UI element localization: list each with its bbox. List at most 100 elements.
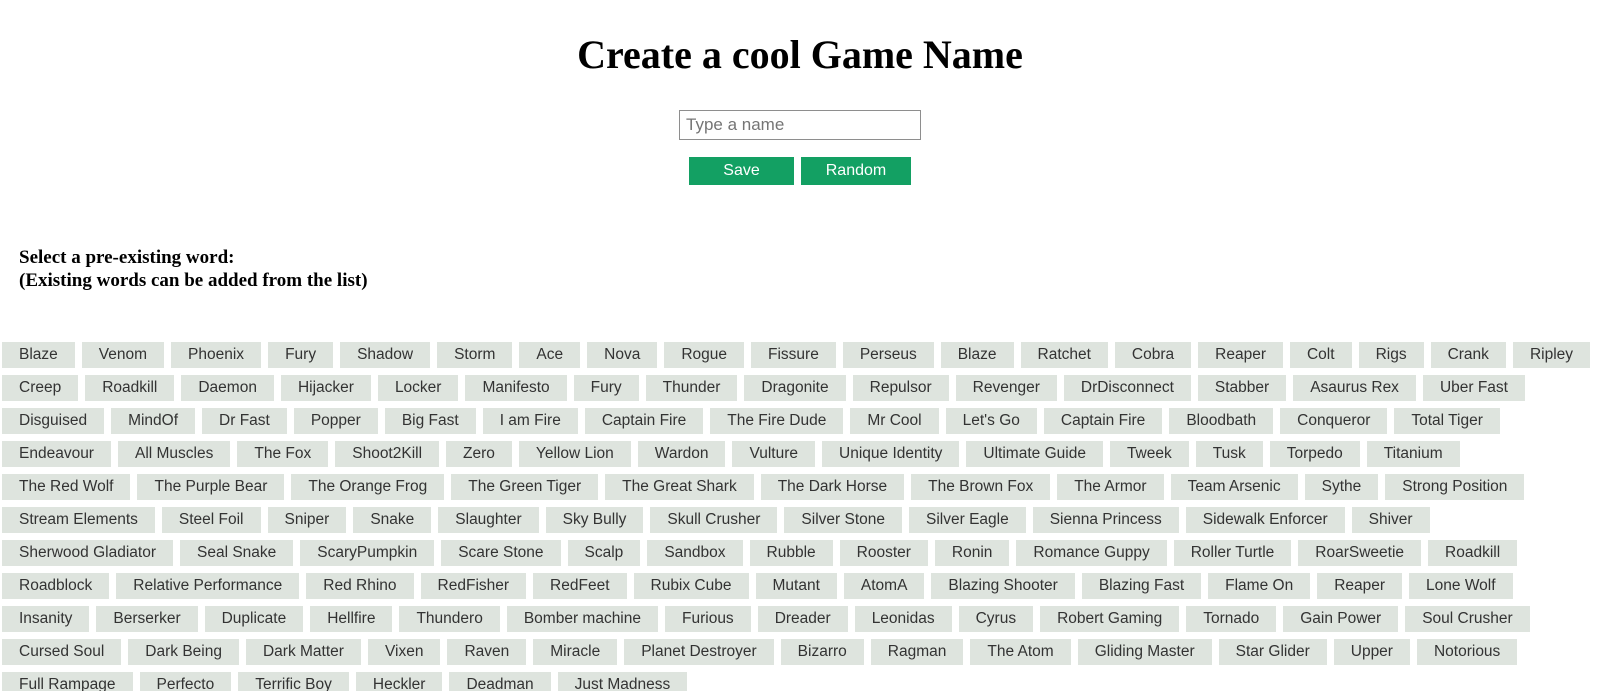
word-chip[interactable]: Repulsor (853, 375, 949, 401)
word-chip[interactable]: RoarSweetie (1298, 540, 1421, 566)
word-chip[interactable]: Leonidas (855, 606, 952, 632)
word-chip[interactable]: Lone Wolf (1409, 573, 1513, 599)
word-chip[interactable]: Hijacker (281, 375, 371, 401)
word-chip[interactable]: Blazing Fast (1082, 573, 1201, 599)
word-chip[interactable]: Reaper (1317, 573, 1402, 599)
word-chip[interactable]: I am Fire (483, 408, 578, 434)
word-chip[interactable]: Bomber machine (507, 606, 658, 632)
word-chip[interactable]: Steel Foil (162, 507, 261, 533)
word-chip[interactable]: Endeavour (2, 441, 111, 467)
word-chip[interactable]: Fury (574, 375, 639, 401)
word-chip[interactable]: Big Fast (385, 408, 476, 434)
word-chip[interactable]: Asaurus Rex (1293, 375, 1416, 401)
word-chip[interactable]: RedFisher (421, 573, 527, 599)
word-chip[interactable]: Let's Go (946, 408, 1037, 434)
word-chip[interactable]: Thunder (646, 375, 738, 401)
word-chip[interactable]: Zero (446, 441, 512, 467)
word-chip[interactable]: Wardon (638, 441, 726, 467)
name-input[interactable] (679, 110, 921, 140)
word-chip[interactable]: The Purple Bear (137, 474, 284, 500)
word-chip[interactable]: Sythe (1305, 474, 1379, 500)
word-chip[interactable]: Dr Fast (202, 408, 287, 434)
word-chip[interactable]: Yellow Lion (519, 441, 631, 467)
word-chip[interactable]: Team Arsenic (1171, 474, 1298, 500)
word-chip[interactable]: Soul Crusher (1405, 606, 1529, 632)
word-chip[interactable]: Roadkill (1428, 540, 1517, 566)
word-chip[interactable]: Perfecto (140, 672, 232, 691)
word-chip[interactable]: The Red Wolf (2, 474, 130, 500)
word-chip[interactable]: Robert Gaming (1040, 606, 1179, 632)
word-chip[interactable]: Berserker (96, 606, 197, 632)
word-chip[interactable]: Tweek (1110, 441, 1189, 467)
word-chip[interactable]: Star Glider (1219, 639, 1327, 665)
word-chip[interactable]: Insanity (2, 606, 89, 632)
word-chip[interactable]: Crank (1431, 342, 1506, 368)
word-chip[interactable]: Mr Cool (850, 408, 938, 434)
word-chip[interactable]: Fissure (751, 342, 836, 368)
word-chip[interactable]: Sidewalk Enforcer (1186, 507, 1345, 533)
word-chip[interactable]: Slaughter (438, 507, 538, 533)
word-chip[interactable]: Scalp (568, 540, 641, 566)
word-chip[interactable]: Cyrus (959, 606, 1033, 632)
word-chip[interactable]: Conqueror (1280, 408, 1387, 434)
word-chip[interactable]: Just Madness (558, 672, 688, 691)
word-chip[interactable]: Gliding Master (1078, 639, 1212, 665)
word-chip[interactable]: Sandbox (647, 540, 742, 566)
save-button[interactable]: Save (689, 157, 794, 185)
word-chip[interactable]: Deadman (449, 672, 550, 691)
word-chip[interactable]: Nova (587, 342, 657, 368)
word-chip[interactable]: Cobra (1115, 342, 1191, 368)
word-chip[interactable]: The Green Tiger (451, 474, 598, 500)
word-chip[interactable]: The Fire Dude (710, 408, 843, 434)
word-chip[interactable]: Creep (2, 375, 78, 401)
word-chip[interactable]: ScaryPumpkin (300, 540, 434, 566)
word-chip[interactable]: Ripley (1513, 342, 1590, 368)
word-chip[interactable]: Bloodbath (1169, 408, 1273, 434)
word-chip[interactable]: The Armor (1057, 474, 1163, 500)
word-chip[interactable]: Strong Position (1385, 474, 1524, 500)
word-chip[interactable]: Roadkill (85, 375, 174, 401)
word-chip[interactable]: Rooster (840, 540, 928, 566)
word-chip[interactable]: Storm (437, 342, 512, 368)
word-chip[interactable]: Captain Fire (1044, 408, 1162, 434)
word-chip[interactable]: Vixen (368, 639, 441, 665)
word-chip[interactable]: Venom (82, 342, 164, 368)
word-chip[interactable]: Terrific Boy (238, 672, 349, 691)
word-chip[interactable]: Captain Fire (585, 408, 703, 434)
word-chip[interactable]: Torpedo (1270, 441, 1360, 467)
word-chip[interactable]: Rigs (1359, 342, 1424, 368)
word-chip[interactable]: Dark Being (128, 639, 239, 665)
word-chip[interactable]: DrDisconnect (1064, 375, 1191, 401)
word-chip[interactable]: Heckler (356, 672, 443, 691)
word-chip[interactable]: Disguised (2, 408, 104, 434)
word-chip[interactable]: The Great Shark (605, 474, 754, 500)
word-chip[interactable]: Unique Identity (822, 441, 959, 467)
word-chip[interactable]: Seal Snake (180, 540, 293, 566)
word-chip[interactable]: Shadow (340, 342, 430, 368)
word-chip[interactable]: Raven (447, 639, 526, 665)
word-chip[interactable]: Ace (519, 342, 580, 368)
word-chip[interactable]: Duplicate (205, 606, 304, 632)
word-chip[interactable]: The Fox (237, 441, 328, 467)
word-chip[interactable]: Tusk (1196, 441, 1263, 467)
word-chip[interactable]: The Brown Fox (911, 474, 1050, 500)
word-chip[interactable]: Gain Power (1283, 606, 1398, 632)
word-chip[interactable]: Ultimate Guide (966, 441, 1103, 467)
word-chip[interactable]: Ragman (871, 639, 964, 665)
word-chip[interactable]: Sienna Princess (1033, 507, 1179, 533)
word-chip[interactable]: Dreader (758, 606, 848, 632)
word-chip[interactable]: Vulture (732, 441, 815, 467)
word-chip[interactable]: Ratchet (1021, 342, 1108, 368)
word-chip[interactable]: Miracle (533, 639, 617, 665)
word-chip[interactable]: Locker (378, 375, 459, 401)
word-chip[interactable]: The Dark Horse (761, 474, 904, 500)
word-chip[interactable]: Stabber (1198, 375, 1286, 401)
word-chip[interactable]: Tornado (1186, 606, 1276, 632)
word-chip[interactable]: MindOf (111, 408, 195, 434)
word-chip[interactable]: Silver Stone (784, 507, 902, 533)
word-chip[interactable]: Notorious (1417, 639, 1517, 665)
word-chip[interactable]: Roller Turtle (1174, 540, 1292, 566)
word-chip[interactable]: Phoenix (171, 342, 261, 368)
word-chip[interactable]: Snake (353, 507, 431, 533)
word-chip[interactable]: All Muscles (118, 441, 230, 467)
